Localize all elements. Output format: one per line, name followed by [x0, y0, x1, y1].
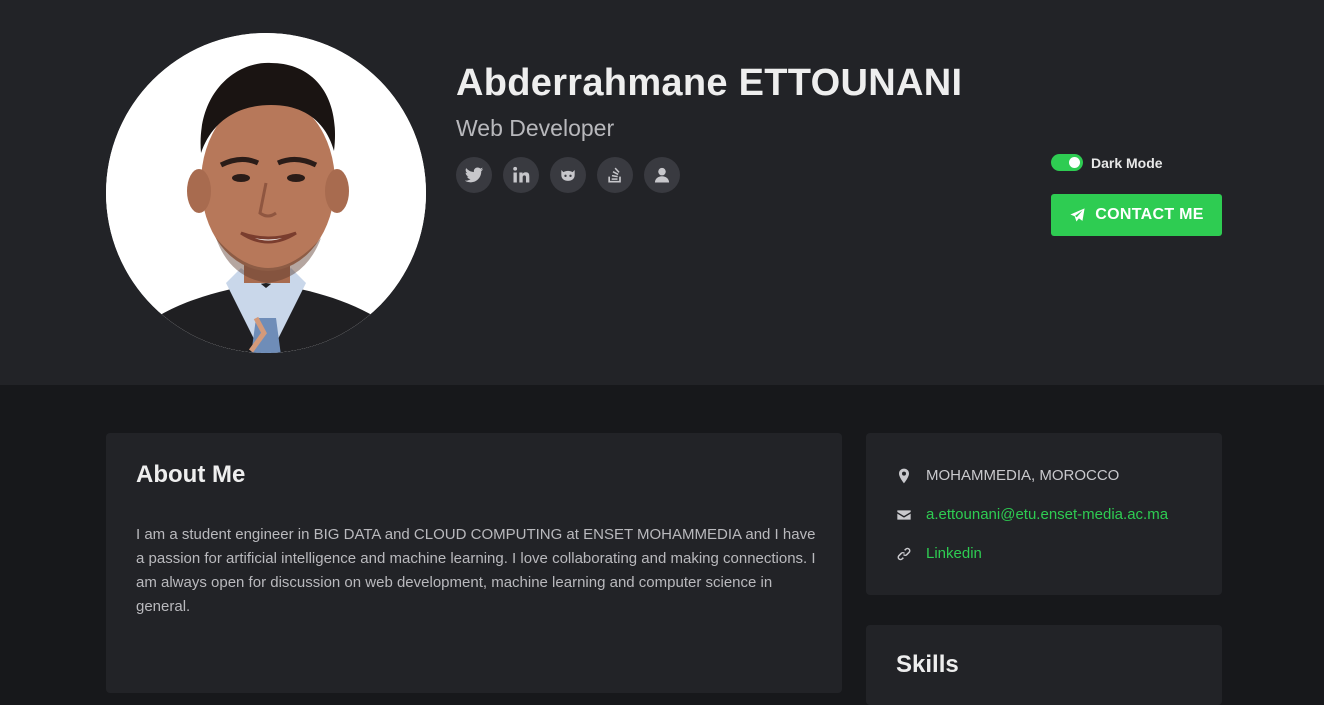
toggle-knob	[1069, 157, 1080, 168]
stackoverflow-icon	[608, 167, 621, 183]
user-icon	[654, 167, 670, 183]
map-marker-icon	[899, 468, 909, 483]
profile-header: Abderrahmane ETTOUNANI Web Developer Dar…	[0, 0, 1324, 385]
about-card: About Me I am a student engineer in BIG …	[106, 433, 842, 693]
about-title: About Me	[136, 461, 246, 488]
stackoverflow-link[interactable]	[597, 157, 633, 193]
dark-mode-toggle[interactable]	[1051, 154, 1083, 171]
skills-title: Skills	[896, 651, 959, 678]
dark-mode-label: Dark Mode	[1091, 154, 1163, 171]
email-link[interactable]: a.ettounani@etu.enset-media.ac.ma	[926, 506, 1168, 523]
link-row: Linkedin	[896, 545, 982, 562]
location-text: MOHAMMEDIA, MOROCCO	[926, 467, 1120, 484]
twitter-link[interactable]	[456, 157, 492, 193]
twitter-icon	[464, 167, 484, 183]
profile-role: Web Developer	[456, 115, 615, 141]
user-link[interactable]	[644, 157, 680, 193]
skills-card: Skills	[866, 625, 1222, 705]
paper-plane-icon	[1070, 207, 1085, 222]
contact-me-button[interactable]: CONTACT ME	[1051, 194, 1222, 236]
about-text: I am a student engineer in BIG DATA and …	[136, 526, 816, 615]
email-row: a.ettounani@etu.enset-media.ac.ma	[896, 506, 1168, 523]
profile-photo	[106, 33, 426, 353]
link-icon	[897, 547, 911, 560]
social-links	[456, 157, 680, 193]
github-link[interactable]	[550, 157, 586, 193]
linkedin-link[interactable]	[503, 157, 539, 193]
dark-mode-control: Dark Mode	[1051, 154, 1163, 171]
envelope-icon	[897, 509, 911, 520]
avatar	[106, 33, 426, 353]
contact-me-label: CONTACT ME	[1095, 206, 1204, 223]
linkedin-text-link[interactable]: Linkedin	[926, 545, 982, 562]
github-icon	[561, 170, 575, 181]
location-row: MOHAMMEDIA, MOROCCO	[896, 467, 1119, 484]
profile-name: Abderrahmane ETTOUNANI	[456, 62, 963, 104]
contact-info-card: MOHAMMEDIA, MOROCCO a.ettounani@etu.ense…	[866, 433, 1222, 595]
linkedin-icon	[513, 166, 530, 183]
